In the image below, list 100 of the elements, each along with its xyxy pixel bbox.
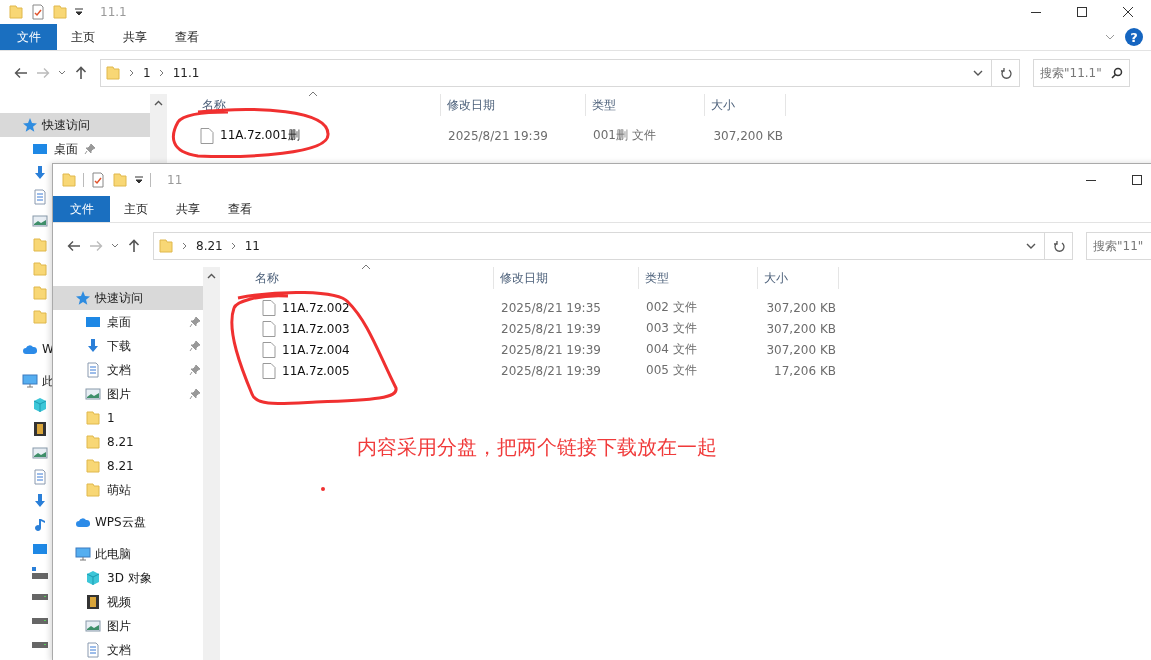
help-button[interactable]: ?	[1125, 28, 1143, 46]
column-header[interactable]: 修改日期	[494, 267, 639, 289]
date-cell-text: 2025/8/21 19:35	[500, 300, 602, 315]
column-header[interactable]: 大小	[758, 267, 839, 289]
file-icon	[200, 127, 214, 144]
sidebar-item[interactable]: 文档	[53, 638, 203, 660]
up-arrow-icon[interactable]	[75, 66, 87, 80]
size-cell-text: 307,200 KB	[765, 342, 837, 357]
file-row[interactable]: 11A.7z.004 2025/8/21 19:39 004 文件 307,200 KB	[241, 339, 1151, 360]
file-row[interactable]: 11A.7z.001删 2025/8/21 19:39 001删 文件 307,200 KB	[188, 125, 1151, 146]
recent-locations-icon[interactable]	[111, 243, 119, 249]
column-header[interactable]: 修改日期	[441, 94, 586, 116]
refresh-icon[interactable]	[999, 66, 1012, 80]
address-bar[interactable]: 8.21 11	[153, 232, 1045, 260]
sidebar-item[interactable]: 桌面	[53, 310, 203, 334]
column-header[interactable]: 名称	[241, 267, 494, 289]
file-row[interactable]: 11A.7z.003 2025/8/21 19:39 003 文件 307,200 KB	[241, 318, 1151, 339]
type-cell-text: 004 文件	[645, 341, 698, 358]
dropdown-icon[interactable]	[74, 7, 84, 17]
file-name: 11A.7z.002	[282, 300, 350, 315]
ribbon-tab[interactable]: 文件	[53, 196, 110, 222]
scroll-up-icon[interactable]	[207, 272, 216, 279]
type-cell-text: 005 文件	[645, 362, 698, 379]
drive-icon	[32, 618, 48, 624]
desktop-icon	[32, 141, 48, 157]
cube-icon	[32, 397, 48, 413]
type-cell-text: 002 文件	[645, 299, 698, 316]
sort-caret-icon	[308, 91, 318, 97]
ribbon-tab[interactable]: 共享	[109, 24, 161, 50]
address-bar[interactable]: 1 11.1	[100, 59, 992, 87]
column-header[interactable]: 类型	[586, 94, 705, 116]
properties-icon[interactable]	[30, 4, 46, 20]
folder-icon	[85, 482, 101, 498]
breadcrumb-item[interactable]: 11	[244, 239, 260, 253]
search-field[interactable]: 搜索"11.1"	[1033, 59, 1130, 87]
ribbon-tab[interactable]: 共享	[162, 196, 214, 222]
computer-icon	[22, 373, 38, 389]
breadcrumb-item[interactable]: 11.1	[172, 66, 200, 80]
sidebar-item[interactable]: 桌面	[0, 137, 98, 161]
folder-icon	[85, 410, 101, 426]
ribbon-tab[interactable]: 主页	[110, 196, 162, 222]
refresh-icon[interactable]	[1052, 239, 1065, 253]
column-header[interactable]: 大小	[705, 94, 786, 116]
annotation-dot	[321, 487, 325, 491]
date-cell-text: 2025/8/21 19:39	[500, 342, 602, 357]
sidebar-item[interactable]: 此电脑	[53, 542, 203, 566]
breadcrumb-item[interactable]: 8.21	[196, 239, 223, 253]
window-title: 11	[167, 173, 183, 187]
sidebar-item[interactable]: 文档	[53, 358, 203, 382]
minimize-icon[interactable]	[1031, 11, 1041, 13]
window-title: 11.1	[100, 5, 127, 19]
dropdown-icon[interactable]	[973, 70, 983, 76]
date-cell-text: 2025/8/21 19:39	[500, 363, 602, 378]
sidebar-item[interactable]: 快速访问	[53, 286, 203, 310]
back-arrow-icon[interactable]	[14, 67, 28, 79]
dropdown-icon[interactable]	[134, 175, 144, 185]
close-icon[interactable]	[1123, 7, 1133, 17]
recent-locations-icon[interactable]	[58, 70, 66, 76]
sidebar-item[interactable]: 下载	[53, 334, 203, 358]
search-field[interactable]: 搜索"11"	[1086, 232, 1151, 260]
ribbon-tab[interactable]: 查看	[214, 196, 266, 222]
drive-icon	[32, 594, 48, 600]
file-row[interactable]: 11A.7z.005 2025/8/21 19:39 005 文件 17,206 KB	[241, 360, 1151, 381]
file-icon	[262, 320, 276, 337]
sidebar-item[interactable]: 快速访问	[0, 113, 150, 137]
sidebar-item[interactable]: 视频	[53, 590, 203, 614]
dropdown-icon[interactable]	[1026, 243, 1036, 249]
sidebar-item[interactable]: 1	[53, 406, 203, 430]
expand-ribbon-icon[interactable]	[1105, 34, 1115, 40]
pin-icon	[84, 143, 96, 155]
sidebar-item[interactable]: 3D 对象	[53, 566, 203, 590]
date-cell-text: 2025/8/21 19:39	[500, 321, 602, 336]
folder-icon	[158, 238, 174, 254]
sidebar-item[interactable]: 图片	[53, 614, 203, 638]
column-header[interactable]: 类型	[639, 267, 758, 289]
ribbon-tab[interactable]: 文件	[0, 24, 57, 50]
sidebar-item[interactable]: 萌站	[53, 478, 203, 502]
back-arrow-icon[interactable]	[67, 240, 81, 252]
folder-icon	[85, 458, 101, 474]
ribbon-tab[interactable]: 查看	[161, 24, 213, 50]
chevron-icon	[129, 69, 135, 77]
picture-icon	[85, 386, 101, 402]
file-name: 11A.7z.003	[282, 321, 350, 336]
file-row[interactable]: 11A.7z.002 2025/8/21 19:35 002 文件 307,200 KB	[241, 297, 1151, 318]
sidebar-item[interactable]: 8.21	[53, 454, 203, 478]
picture-icon	[32, 213, 48, 229]
ribbon-tab[interactable]: 主页	[57, 24, 109, 50]
scroll-up-icon[interactable]	[154, 99, 163, 106]
minimize-icon[interactable]	[1086, 179, 1096, 181]
film-icon	[32, 421, 48, 437]
sidebar-item[interactable]: WPS云盘	[53, 510, 203, 534]
chevron-icon	[182, 242, 188, 250]
properties-icon[interactable]	[90, 172, 106, 188]
up-arrow-icon[interactable]	[128, 239, 140, 253]
maximize-icon[interactable]	[1077, 7, 1087, 17]
folder-icon	[85, 434, 101, 450]
maximize-icon[interactable]	[1132, 175, 1142, 185]
breadcrumb-item[interactable]: 1	[143, 66, 151, 80]
sidebar-item[interactable]: 8.21	[53, 430, 203, 454]
sidebar-item[interactable]: 图片	[53, 382, 203, 406]
